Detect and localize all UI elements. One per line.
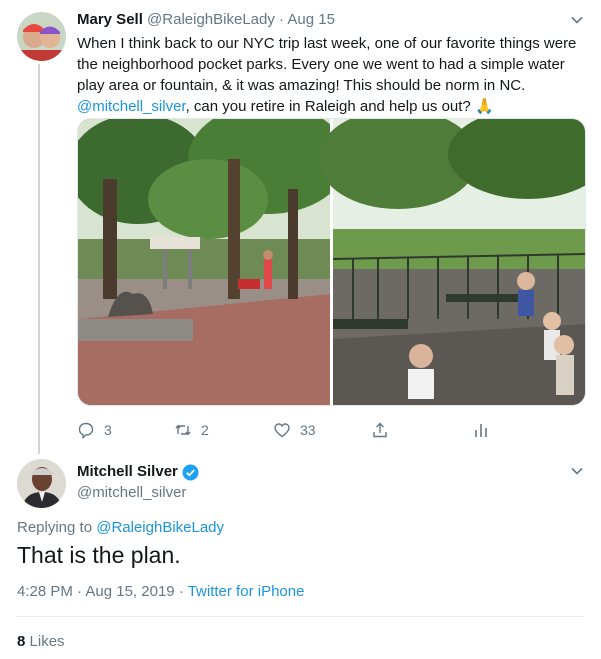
- reply-count: 3: [104, 422, 112, 438]
- tweet1-separator: ·: [279, 11, 285, 28]
- tweet1-body: When I think back to our NYC trip last w…: [77, 35, 577, 94]
- thread-connector-line: [38, 64, 40, 454]
- likes-label: Likes: [29, 633, 65, 650]
- mitchell-silver-avatar[interactable]: [17, 459, 66, 508]
- replying-to-line: Replying to @RaleighBikeLady: [17, 518, 224, 538]
- left-park-photo[interactable]: [78, 119, 348, 405]
- tweet2-source-link[interactable]: Twitter for iPhone: [188, 583, 305, 600]
- tweet1-mention-link[interactable]: @mitchell_silver: [77, 98, 186, 115]
- share-icon: [373, 422, 387, 438]
- reply-icon: [78, 422, 94, 439]
- retweet-button[interactable]: 2: [174, 418, 209, 442]
- tweet2-sep2: ·: [178, 583, 184, 600]
- retweet-count: 2: [201, 422, 209, 438]
- tweet2-time[interactable]: 4:28 PM: [17, 583, 73, 600]
- mary-sell-avatar[interactable]: [17, 12, 66, 61]
- tweet2-text: That is the plan.: [17, 542, 181, 568]
- verified-badge-icon: [182, 464, 199, 480]
- likes-count: 8: [17, 633, 26, 650]
- tweet1-header: Mary Sell @RaleighBikeLady · Aug 15: [77, 10, 335, 30]
- tweet2-chevron-down-icon[interactable]: [570, 464, 584, 478]
- meta-divider: [17, 616, 584, 617]
- likes-summary[interactable]: 8 Likes: [17, 632, 65, 652]
- analytics-button[interactable]: [472, 418, 499, 442]
- reply-button[interactable]: 3: [77, 418, 112, 442]
- replying-to-link[interactable]: @RaleighBikeLady: [96, 519, 224, 536]
- like-button[interactable]: 33: [273, 418, 316, 442]
- tweet2-author-line: Mitchell Silver: [77, 462, 199, 482]
- tweet1-media[interactable]: [77, 118, 586, 406]
- analytics-icon: [475, 424, 487, 437]
- retweet-icon: [175, 424, 191, 436]
- tweet1-body-end: , can you retire in Raleigh and help us …: [185, 98, 494, 115]
- tweet1-action-bar: 3 2 33: [77, 418, 507, 442]
- tweet1-date[interactable]: Aug 15: [287, 11, 335, 28]
- avatar-image-icon: [17, 459, 66, 508]
- right-park-photo[interactable]: [318, 119, 585, 405]
- tweet1-author-handle[interactable]: @RaleighBikeLady: [147, 11, 275, 28]
- tweet2-author-name[interactable]: Mitchell Silver: [77, 462, 178, 482]
- tweet1-author-name[interactable]: Mary Sell: [77, 11, 143, 28]
- tweet1-text: When I think back to our NYC trip last w…: [77, 33, 587, 117]
- tweet1-chevron-down-icon[interactable]: [570, 13, 584, 27]
- like-icon: [274, 423, 290, 438]
- tweet2-author-handle[interactable]: @mitchell_silver: [77, 483, 186, 503]
- like-count: 33: [300, 422, 316, 438]
- replying-prefix: Replying to: [17, 519, 93, 536]
- tweet2-sep1: ·: [77, 583, 83, 600]
- tweet2-meta: 4:28 PM · Aug 15, 2019 · Twitter for iPh…: [17, 582, 304, 602]
- avatar-image-icon: [17, 12, 66, 61]
- share-button[interactable]: [371, 418, 398, 442]
- park-photos-image: [78, 119, 585, 405]
- tweet2-date[interactable]: Aug 15, 2019: [85, 583, 174, 600]
